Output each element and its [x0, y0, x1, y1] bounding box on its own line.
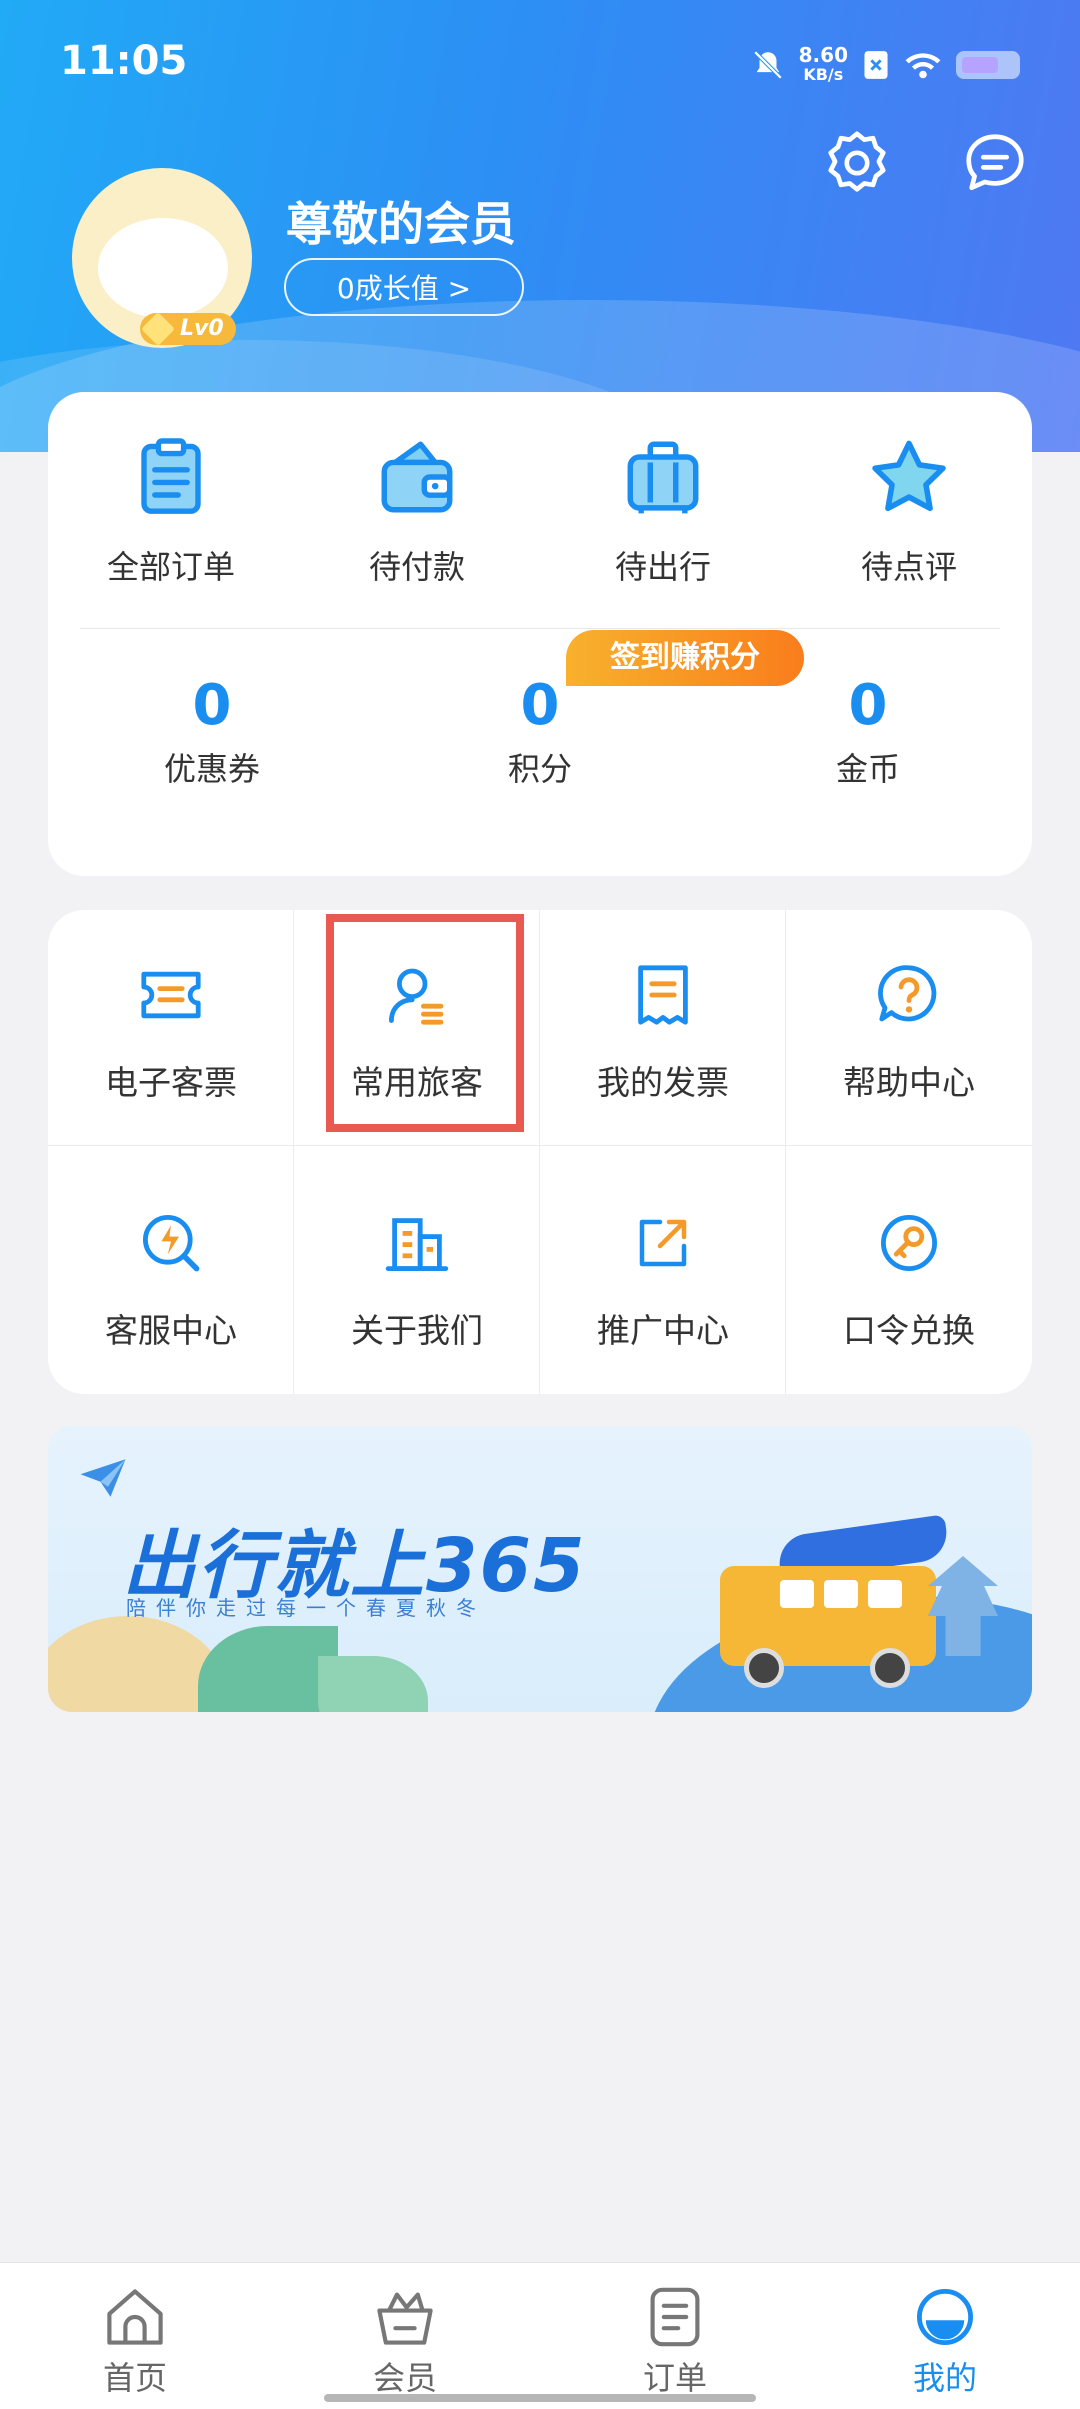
service-label: 电子客票	[105, 1063, 237, 1102]
speed-value: 8.60	[798, 43, 848, 67]
highlight-box	[326, 914, 524, 1132]
tab-member[interactable]: 会员	[270, 2263, 540, 2409]
pending-review-button[interactable]: 待点评	[786, 432, 1032, 588]
services-grid: 电子客票 常用旅客 我的发票 帮助中心 客服中心 关于我们 推广中心 口令兑换	[48, 910, 1032, 1394]
help-icon	[878, 965, 937, 1022]
wallet-icon	[381, 441, 453, 513]
tab-label: 订单	[642, 2359, 707, 2397]
star-icon	[872, 440, 946, 512]
customer-service-icon	[143, 1215, 200, 1272]
key-icon	[881, 1215, 937, 1271]
home-indicator[interactable]	[324, 2394, 756, 2402]
banner-subline: 陪伴你走过每一个春夏秋冬	[126, 1596, 486, 1620]
stat-value: 0	[848, 673, 888, 738]
status-icons: 8.60 KB/s	[751, 40, 1020, 90]
avatar-image	[98, 218, 228, 318]
stat-label: 积分	[507, 750, 572, 788]
network-speed: 8.60 KB/s	[799, 45, 848, 85]
mute-bell-icon	[753, 50, 782, 80]
sim-off-icon	[864, 51, 888, 79]
member-basket-icon	[377, 2292, 433, 2345]
order-label: 待出行	[614, 548, 711, 586]
pending-payment-button[interactable]: 待付款	[294, 432, 540, 588]
pending-trip-button[interactable]: 待出行	[540, 432, 786, 588]
message-bubble-icon[interactable]	[960, 128, 1030, 198]
suitcase-icon	[627, 441, 699, 514]
customer-service-button[interactable]: 客服中心	[48, 1146, 294, 1394]
about-us-button[interactable]: 关于我们	[294, 1146, 540, 1394]
home-icon	[107, 2289, 163, 2345]
level-text: Lv0	[180, 316, 224, 341]
divider	[80, 628, 1000, 629]
tab-label: 首页	[102, 2359, 167, 2397]
tab-home[interactable]: 首页	[0, 2263, 270, 2409]
status-bar: 11:05 8.60 KB/s	[0, 0, 1080, 125]
e-ticket-button[interactable]: 电子客票	[48, 910, 294, 1146]
banner-bus	[720, 1566, 936, 1688]
orders-card: 全部订单 待付款 待出行 待点评 0 优惠券 0 积分 0 金币 签到赚积分	[48, 392, 1032, 876]
order-label: 全部订单	[106, 548, 235, 586]
service-label: 关于我们	[351, 1311, 483, 1350]
service-label: 口令兑换	[843, 1311, 975, 1350]
speed-unit: KB/s	[803, 65, 844, 84]
settings-gear-icon[interactable]	[822, 128, 892, 198]
paper-plane-icon	[80, 1459, 126, 1497]
tab-orders[interactable]: 订单	[540, 2263, 810, 2409]
share-icon	[639, 1219, 687, 1267]
order-icon	[650, 2287, 700, 2347]
wifi-icon	[905, 53, 941, 79]
bottom-tab-bar: 首页 会员 订单 我的	[0, 2262, 1080, 2409]
service-label: 客服中心	[105, 1311, 237, 1350]
tab-mine[interactable]: 我的	[810, 2263, 1080, 2409]
battery-icon	[956, 51, 1020, 79]
diamond-icon	[141, 312, 175, 346]
banner-leaf	[198, 1626, 338, 1712]
service-label: 帮助中心	[843, 1063, 975, 1102]
code-redeem-button[interactable]: 口令兑换	[786, 1146, 1032, 1394]
tab-label: 会员	[372, 2359, 437, 2397]
account-stats: 0 优惠券 0 积分 0 金币	[48, 674, 1032, 790]
tab-label: 我的	[912, 2359, 977, 2397]
order-shortcuts: 全部订单 待付款 待出行 待点评	[48, 432, 1032, 588]
points-stat[interactable]: 0 积分	[440, 674, 640, 790]
gold-coins-stat[interactable]: 0 金币	[768, 674, 968, 790]
ticket-icon	[141, 971, 201, 1019]
coupons-stat[interactable]: 0 优惠券	[112, 674, 312, 790]
stat-value: 0	[192, 673, 232, 738]
clipboard-icon	[141, 438, 201, 514]
building-icon	[385, 1218, 449, 1271]
all-orders-button[interactable]: 全部订单	[48, 432, 294, 588]
profile-icon	[917, 2289, 973, 2345]
stat-label: 金币	[835, 750, 900, 788]
promotion-center-button[interactable]: 推广中心	[540, 1146, 786, 1394]
help-center-button[interactable]: 帮助中心	[786, 910, 1032, 1146]
sign-in-badge[interactable]: 签到赚积分	[566, 630, 804, 686]
member-name: 尊敬的会员	[286, 197, 516, 251]
banner-leaf	[318, 1656, 428, 1712]
level-badge: Lv0	[140, 312, 236, 346]
service-label: 推广中心	[597, 1311, 729, 1350]
promo-banner[interactable]: 出行就上365 陪伴你走过每一个春夏秋冬	[48, 1426, 1032, 1712]
stat-label: 优惠券	[163, 750, 260, 788]
invoice-icon	[638, 965, 688, 1025]
service-label: 我的发票	[597, 1063, 729, 1102]
order-label: 待付款	[368, 548, 465, 586]
order-label: 待点评	[860, 548, 957, 586]
services-card: 电子客票 常用旅客 我的发票 帮助中心 客服中心 关于我们 推广中心 口令兑换	[48, 910, 1032, 1394]
my-invoices-button[interactable]: 我的发票	[540, 910, 786, 1146]
status-time: 11:05	[60, 38, 188, 84]
growth-value-button[interactable]: 0成长值 >	[284, 258, 524, 316]
